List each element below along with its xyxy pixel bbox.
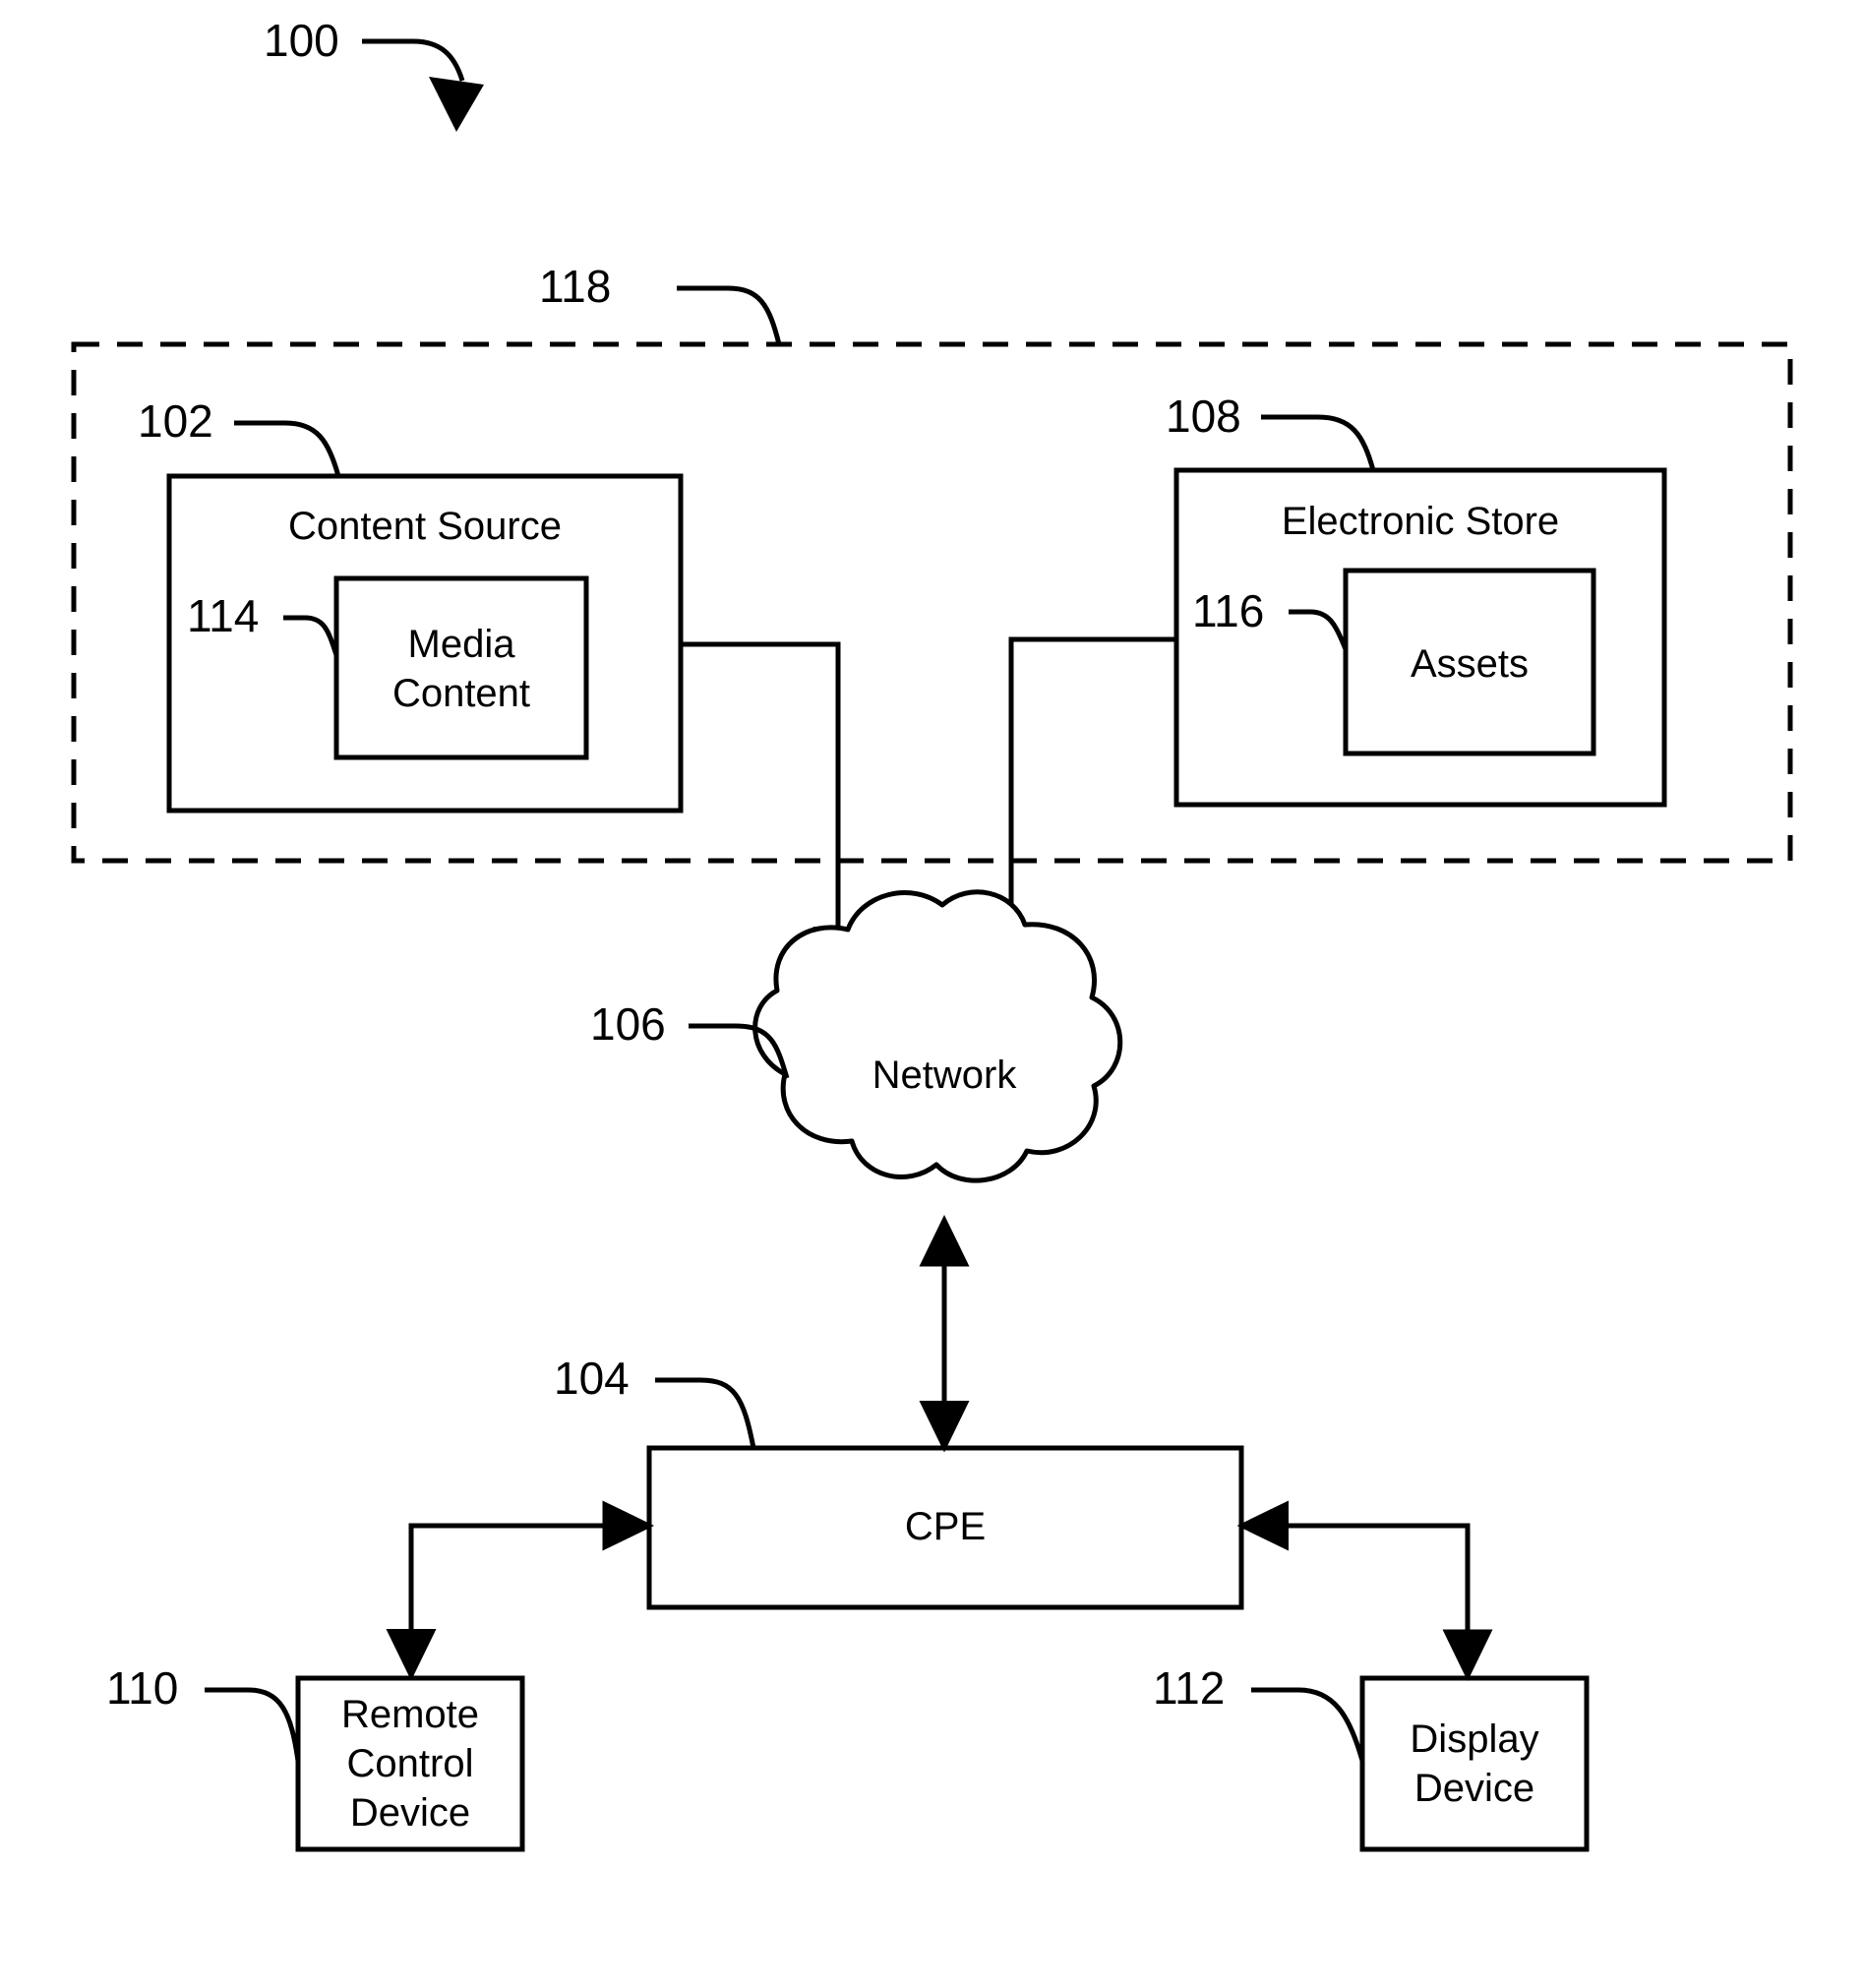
display-device-label: Display Device xyxy=(1410,1717,1539,1810)
remote-control-device-label: Remote Control Device xyxy=(340,1693,480,1835)
electronic-store-label: Electronic Store xyxy=(1281,500,1560,543)
ref-number-boundary: 118 xyxy=(539,261,612,312)
network-cloud-shape xyxy=(752,889,1123,1183)
ref-number-electronic-store: 108 xyxy=(1166,391,1241,442)
ref-number-media-content: 114 xyxy=(187,590,260,641)
electronic-store-ref-leader xyxy=(1261,414,1376,471)
cpe-ref-leader xyxy=(655,1377,756,1449)
ref-number-assets: 116 xyxy=(1192,585,1265,636)
media-content-label: Media Content xyxy=(391,623,531,715)
cpe-to-remote-control-double-arrow xyxy=(386,1500,654,1681)
media-content-ref-leader xyxy=(283,615,339,656)
patent-figure: 100 118 102 114 108 116 106 104 110 112 … xyxy=(0,0,1864,1988)
network-label: Network xyxy=(872,1054,1017,1097)
assets-ref-leader xyxy=(1289,609,1349,650)
system-boundary-dashed-box xyxy=(71,341,1793,864)
content-source-ref-leader xyxy=(234,420,341,477)
remote-control-ref-leader xyxy=(205,1687,301,1762)
boundary-ref-leader xyxy=(677,285,782,345)
ref-number-remote-control: 110 xyxy=(106,1662,179,1714)
content-source-label: Content Source xyxy=(288,505,562,548)
ref-number-network: 106 xyxy=(590,998,666,1050)
ref-number-cpe: 104 xyxy=(554,1353,630,1404)
cpe-label: CPE xyxy=(904,1505,987,1548)
figure-linework xyxy=(71,38,1793,1852)
assets-label: Assets xyxy=(1410,642,1530,686)
content-source-to-network-arrow xyxy=(681,641,864,979)
figure-ref-arrowhead xyxy=(429,77,484,132)
figure-ref-leader xyxy=(362,38,465,82)
ref-number-figure: 100 xyxy=(264,15,339,66)
ref-number-content-source: 102 xyxy=(138,395,213,447)
display-device-ref-leader xyxy=(1251,1687,1365,1762)
display-device-to-cpe-double-arrow xyxy=(1236,1500,1493,1681)
ref-number-display-device: 112 xyxy=(1153,1662,1226,1714)
